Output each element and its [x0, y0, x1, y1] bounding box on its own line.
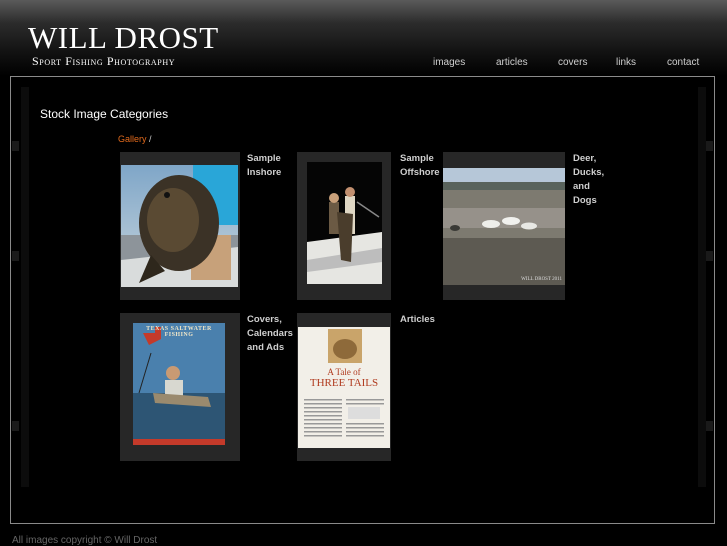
- category-tile-offshore[interactable]: [297, 152, 391, 300]
- frame-edge-mark: [706, 141, 713, 151]
- site-header: WILL DROST Sport Fishing Photography ima…: [0, 0, 727, 76]
- category-label-articles[interactable]: Articles: [400, 313, 450, 327]
- category-tile-articles[interactable]: A Tale of THREE TAILS: [297, 313, 391, 461]
- article-thumbnail: A Tale of THREE TAILS: [298, 327, 390, 448]
- nav-images[interactable]: images: [433, 57, 465, 68]
- category-label-deer-ducks-dogs[interactable]: Deer, Ducks, and Dogs: [573, 152, 613, 208]
- site-tagline: Sport Fishing Photography: [32, 54, 176, 68]
- ducks-thumbnail: WILL DROST 2011: [443, 168, 565, 285]
- site-logo[interactable]: WILL DROST: [28, 22, 219, 53]
- frame-edge-mark: [12, 421, 19, 431]
- nav-covers[interactable]: covers: [558, 57, 587, 68]
- category-label-offshore[interactable]: Sample Offshore: [400, 152, 444, 180]
- category-label-inshore[interactable]: Sample Inshore: [247, 152, 295, 180]
- photo-credit: WILL DROST 2011: [521, 277, 562, 282]
- breadcrumb-separator: /: [149, 134, 152, 144]
- nav-contact[interactable]: contact: [667, 57, 699, 68]
- inshore-thumbnail: [121, 165, 238, 287]
- breadcrumb: Gallery /: [118, 134, 152, 144]
- category-label-covers[interactable]: Covers, Calendars and Ads: [247, 313, 297, 355]
- article-heading-large: THREE TAILS: [309, 377, 379, 389]
- category-tile-deer-ducks-dogs[interactable]: WILL DROST 2011: [443, 152, 565, 300]
- category-tile-covers[interactable]: TEXAS SALTWATER FISHING: [120, 313, 240, 461]
- article-heading-small: A Tale of: [327, 367, 361, 377]
- frame-edge-mark: [706, 421, 713, 431]
- breadcrumb-gallery-link[interactable]: Gallery: [118, 134, 147, 144]
- footer-copyright: All images copyright © Will Drost: [12, 535, 158, 546]
- frame-edge-mark: [706, 251, 713, 261]
- magazine-cover-masthead: TEXAS SALTWATER FISHING: [146, 326, 212, 338]
- offshore-thumbnail: [307, 162, 382, 284]
- nav-articles[interactable]: articles: [496, 57, 528, 68]
- page-title: Stock Image Categories: [40, 107, 169, 121]
- magazine-cover-thumbnail: TEXAS SALTWATER FISHING: [133, 323, 225, 445]
- category-tile-inshore[interactable]: [120, 152, 240, 300]
- nav-links[interactable]: links: [616, 57, 636, 68]
- frame-edge-mark: [12, 141, 19, 151]
- frame-edge-mark: [12, 251, 19, 261]
